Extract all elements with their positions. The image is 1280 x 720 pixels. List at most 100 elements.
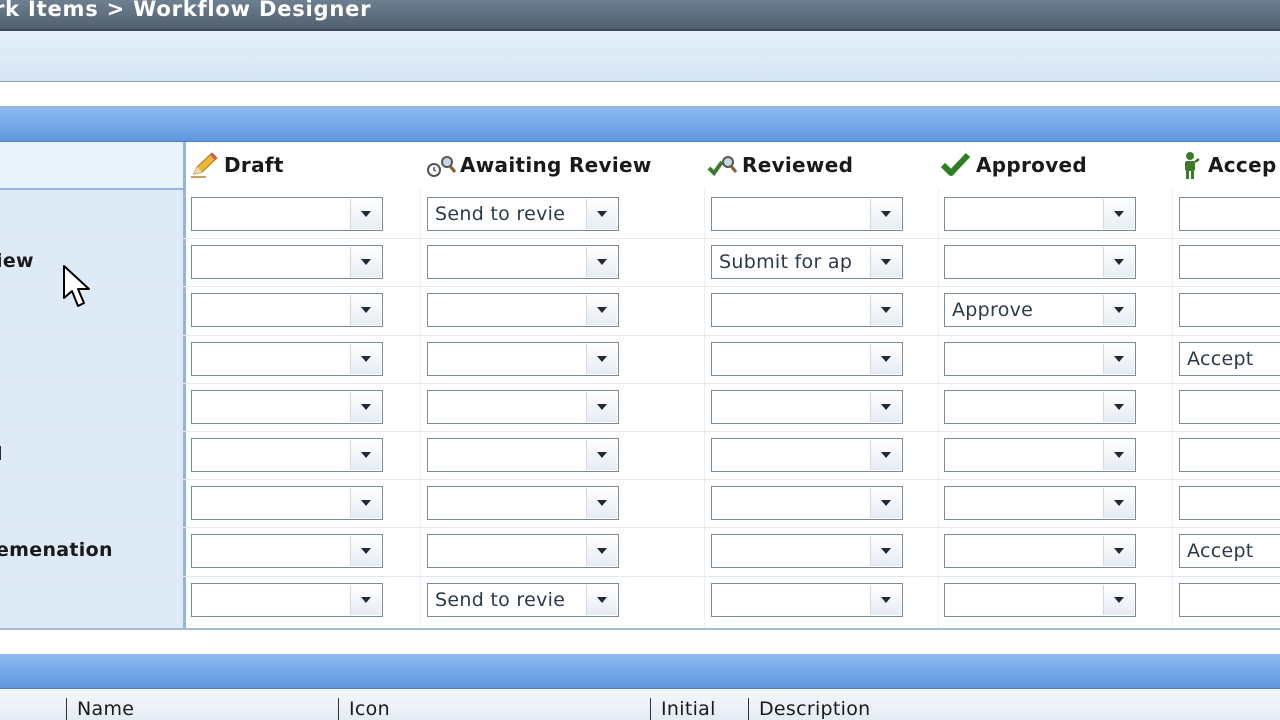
chevron-down-icon[interactable] — [350, 343, 381, 374]
transition-dropdown[interactable]: Send to revie — [427, 197, 619, 231]
transition-dropdown-value: Submit for ap — [719, 251, 853, 274]
transition-dropdown[interactable] — [191, 293, 383, 328]
transition-dropdown[interactable] — [944, 197, 1136, 231]
transition-dropdown[interactable] — [1179, 245, 1280, 280]
transition-dropdown[interactable] — [191, 341, 383, 376]
column-header-description[interactable]: Description — [748, 698, 871, 720]
chevron-down-icon[interactable] — [586, 584, 617, 615]
row-state-label: emenation — [0, 539, 113, 562]
magnifier-clock-icon — [424, 150, 458, 180]
transition-dropdown[interactable] — [427, 245, 619, 280]
chevron-down-icon[interactable] — [586, 343, 617, 374]
chevron-down-icon[interactable] — [350, 295, 381, 326]
transition-dropdown[interactable] — [711, 389, 903, 424]
transition-dropdown[interactable] — [711, 438, 903, 472]
transition-dropdown[interactable] — [191, 486, 383, 521]
transition-dropdown[interactable] — [427, 341, 619, 376]
column-header-name[interactable]: Name — [66, 698, 134, 720]
chevron-down-icon[interactable] — [350, 488, 381, 519]
chevron-down-icon[interactable] — [350, 391, 381, 422]
chevron-down-icon[interactable] — [586, 247, 617, 278]
transition-dropdown[interactable]: Accept — [1179, 341, 1280, 376]
chevron-down-icon[interactable] — [586, 199, 617, 229]
chevron-down-icon[interactable] — [1103, 536, 1134, 567]
transition-dropdown[interactable] — [944, 534, 1136, 569]
chevron-down-icon[interactable] — [1103, 295, 1134, 326]
state-header-label: Awaiting Review — [460, 153, 652, 177]
chevron-down-icon[interactable] — [870, 391, 901, 422]
transition-dropdown[interactable] — [1179, 582, 1280, 617]
transition-dropdown[interactable] — [427, 534, 619, 569]
state-header-accepted: Accep — [1176, 142, 1277, 188]
chevron-down-icon[interactable] — [586, 440, 617, 470]
transition-dropdown[interactable] — [711, 534, 903, 569]
transition-dropdown[interactable] — [1179, 293, 1280, 328]
chevron-down-icon[interactable] — [586, 391, 617, 422]
transition-dropdown[interactable]: Approve — [944, 293, 1136, 328]
column-divider — [704, 188, 705, 628]
chevron-down-icon[interactable] — [1103, 584, 1134, 615]
transition-dropdown[interactable] — [1179, 486, 1280, 521]
chevron-down-icon[interactable] — [870, 247, 901, 278]
chevron-down-icon[interactable] — [1103, 391, 1134, 422]
transition-dropdown[interactable] — [711, 197, 903, 231]
chevron-down-icon[interactable] — [586, 536, 617, 567]
chevron-down-icon[interactable] — [1103, 440, 1134, 470]
transition-dropdown[interactable] — [427, 293, 619, 328]
transition-dropdown[interactable] — [944, 486, 1136, 521]
transition-dropdown-value: Approve — [952, 299, 1034, 322]
chevron-down-icon[interactable] — [350, 584, 381, 615]
chevron-down-icon[interactable] — [350, 536, 381, 567]
transition-dropdown[interactable] — [711, 582, 903, 617]
transition-dropdown[interactable]: Submit for ap — [711, 245, 903, 280]
row-divider — [0, 527, 1280, 529]
chevron-down-icon[interactable] — [350, 440, 381, 470]
chevron-down-icon[interactable] — [870, 343, 901, 374]
mouse-cursor-icon — [63, 265, 90, 307]
chevron-down-icon[interactable] — [1103, 343, 1134, 374]
chevron-down-icon[interactable] — [350, 247, 381, 278]
transition-dropdown[interactable] — [944, 341, 1136, 376]
chevron-down-icon[interactable] — [870, 584, 901, 615]
chevron-down-icon[interactable] — [586, 295, 617, 326]
transition-dropdown[interactable] — [191, 582, 383, 617]
row-divider — [0, 382, 1280, 384]
column-header-initial[interactable]: Initial — [650, 698, 716, 720]
chevron-down-icon[interactable] — [1103, 488, 1134, 519]
transition-dropdown[interactable] — [427, 438, 619, 472]
chevron-down-icon[interactable] — [1103, 247, 1134, 278]
transition-dropdown[interactable] — [1179, 197, 1280, 231]
transition-dropdown[interactable] — [1179, 389, 1280, 424]
chevron-down-icon[interactable] — [870, 536, 901, 567]
row-state-label: l — [0, 443, 3, 465]
transition-dropdown[interactable] — [711, 293, 903, 328]
state-header-approved: Approved — [940, 142, 1087, 188]
transition-dropdown[interactable] — [711, 486, 903, 521]
transition-dropdown[interactable] — [1179, 438, 1280, 472]
transition-dropdown[interactable] — [427, 389, 619, 424]
state-header-reviewed: Reviewed — [706, 142, 853, 188]
transition-dropdown[interactable]: Accept — [1179, 534, 1280, 569]
transition-dropdown[interactable] — [944, 245, 1136, 280]
chevron-down-icon[interactable] — [870, 440, 901, 470]
transition-dropdown[interactable] — [427, 486, 619, 521]
row-divider — [0, 431, 1280, 432]
column-header-icon[interactable]: Icon — [338, 698, 390, 720]
chevron-down-icon[interactable] — [870, 295, 901, 326]
transition-dropdown[interactable] — [711, 341, 903, 376]
chevron-down-icon[interactable] — [586, 488, 617, 519]
transition-dropdown[interactable] — [191, 197, 383, 231]
transition-dropdown[interactable]: Send to revie — [427, 582, 619, 617]
transition-dropdown[interactable] — [944, 438, 1136, 472]
chevron-down-icon[interactable] — [870, 199, 901, 229]
grid-corner — [0, 142, 183, 190]
transition-dropdown[interactable] — [191, 534, 383, 569]
transition-dropdown[interactable] — [191, 438, 383, 472]
chevron-down-icon[interactable] — [870, 488, 901, 519]
chevron-down-icon[interactable] — [350, 199, 381, 229]
transition-dropdown[interactable] — [191, 389, 383, 424]
transition-dropdown[interactable] — [944, 389, 1136, 424]
transition-dropdown[interactable] — [191, 245, 383, 280]
chevron-down-icon[interactable] — [1103, 199, 1134, 229]
transition-dropdown[interactable] — [944, 582, 1136, 617]
